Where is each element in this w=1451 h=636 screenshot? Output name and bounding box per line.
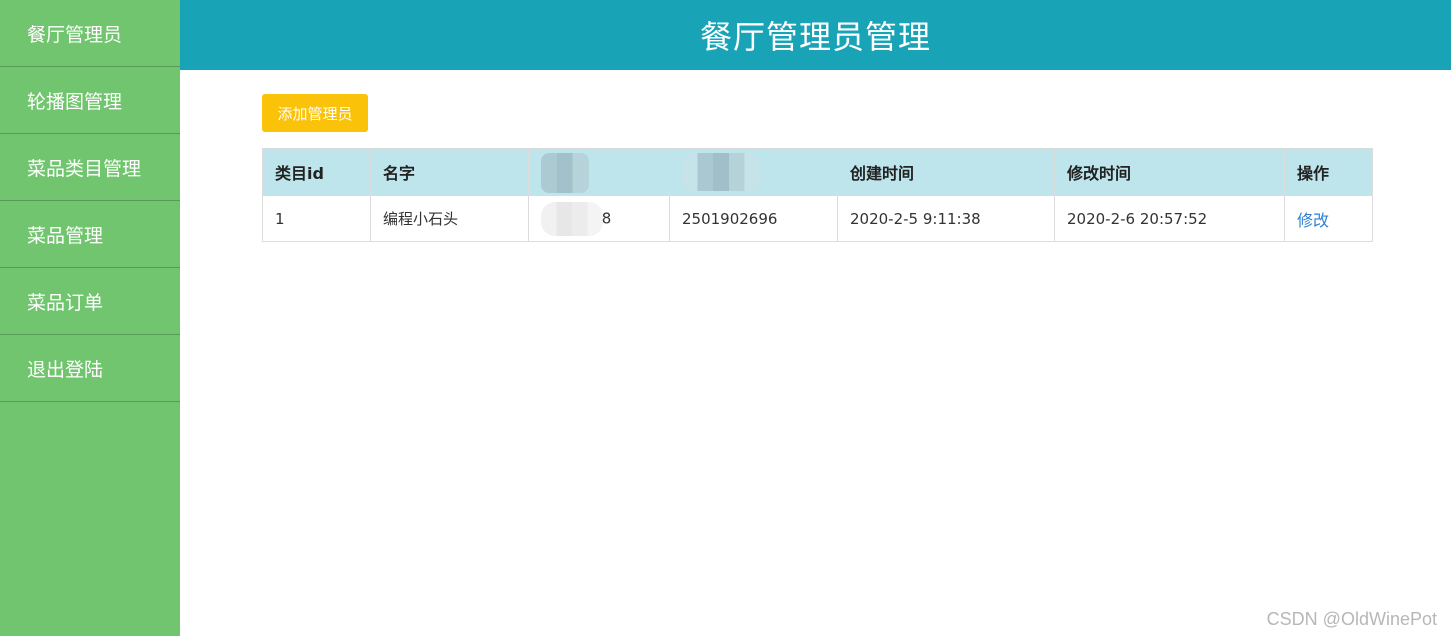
sidebar-item-label: 菜品管理	[27, 224, 104, 247]
table-header-redacted-2	[669, 148, 838, 196]
sidebar-item-carousel-management[interactable]: 轮播图管理	[0, 67, 180, 134]
table-header-row: 类目id 名字 创建时间 修改时间 操作	[262, 148, 1373, 196]
table-header-created: 创建时间	[837, 148, 1055, 196]
add-admin-button[interactable]: 添加管理员	[262, 94, 368, 132]
cell-phone: 2501902696	[669, 195, 838, 242]
table-row: 1 编程小石头 8 2501902696 2020-2-5 9:11:38 20…	[262, 195, 1373, 242]
table-header-redacted-1	[528, 148, 670, 196]
sidebar-item-label: 菜品订单	[27, 291, 104, 314]
sidebar-item-orders[interactable]: 菜品订单	[0, 268, 180, 335]
sidebar-item-label: 轮播图管理	[27, 90, 123, 113]
cell-actions: 修改	[1284, 195, 1373, 242]
admin-table: 类目id 名字 创建时间 修改时间 操作 1 编程小石头 8 250190269…	[262, 148, 1373, 242]
table-header-actions: 操作	[1284, 148, 1373, 196]
table-header-id: 类目id	[262, 148, 371, 196]
edit-link[interactable]: 修改	[1297, 211, 1329, 230]
table-header-name: 名字	[370, 148, 529, 196]
watermark: CSDN @OldWinePot	[1266, 609, 1437, 629]
table-header-modified: 修改时间	[1054, 148, 1285, 196]
cell-redacted: 8	[528, 195, 670, 242]
sidebar-item-label: 菜品类目管理	[27, 157, 142, 180]
cell-modified-time: 2020-2-6 20:57:52	[1054, 195, 1285, 242]
page-title: 餐厅管理员管理	[699, 18, 931, 56]
sidebar-item-label: 退出登陆	[27, 358, 104, 381]
cell-id: 1	[262, 195, 371, 242]
admin-table-wrapper: 类目id 名字 创建时间 修改时间 操作 1 编程小石头 8 250190269…	[262, 148, 1373, 242]
cell-name: 编程小石头	[370, 195, 529, 242]
sidebar: 餐厅管理员 轮播图管理 菜品类目管理 菜品管理 菜品订单 退出登陆	[0, 0, 180, 636]
app-root: 餐厅管理员 轮播图管理 菜品类目管理 菜品管理 菜品订单 退出登陆 餐厅管理员管…	[0, 0, 1451, 636]
sidebar-item-dish-management[interactable]: 菜品管理	[0, 201, 180, 268]
redacted-value-block	[541, 201, 603, 236]
cell-created-time: 2020-2-5 9:11:38	[837, 195, 1055, 242]
sidebar-item-restaurant-admin[interactable]: 餐厅管理员	[0, 0, 180, 67]
page-header: 餐厅管理员管理	[180, 0, 1451, 70]
redacted-header-block	[541, 153, 589, 193]
redacted-header-block	[682, 153, 760, 191]
cell-redacted-suffix: 8	[601, 209, 612, 227]
sidebar-item-label: 餐厅管理员	[27, 23, 123, 46]
sidebar-item-category-management[interactable]: 菜品类目管理	[0, 134, 180, 201]
sidebar-item-logout[interactable]: 退出登陆	[0, 335, 180, 402]
